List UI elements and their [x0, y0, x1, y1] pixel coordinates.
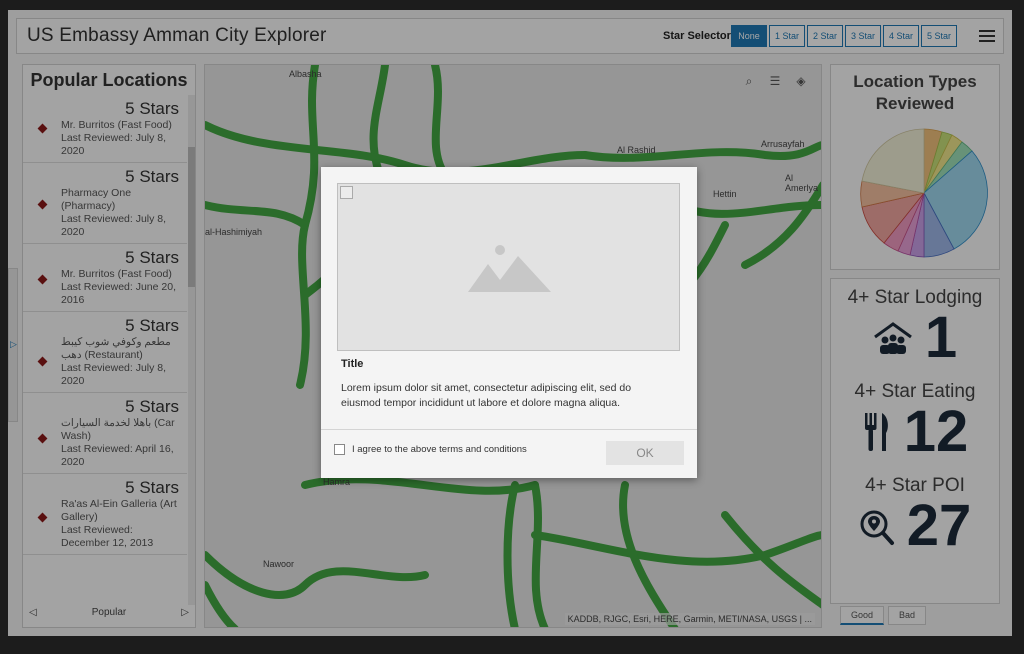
dialog-title: Title: [341, 358, 364, 370]
divider: [321, 429, 697, 430]
splash-dialog: Title Lorem ipsum dolor sit amet, consec…: [321, 167, 697, 478]
agree-label: I agree to the above terms and condition…: [352, 444, 527, 455]
dialog-body: Lorem ipsum dolor sit amet, consectetur …: [341, 382, 632, 409]
agree-checkbox[interactable]: [334, 444, 345, 455]
image-icon: [468, 245, 551, 292]
ok-button[interactable]: OK: [606, 441, 684, 465]
image-placeholder: [337, 183, 680, 351]
agree-checkbox-row[interactable]: I agree to the above terms and condition…: [334, 444, 527, 455]
